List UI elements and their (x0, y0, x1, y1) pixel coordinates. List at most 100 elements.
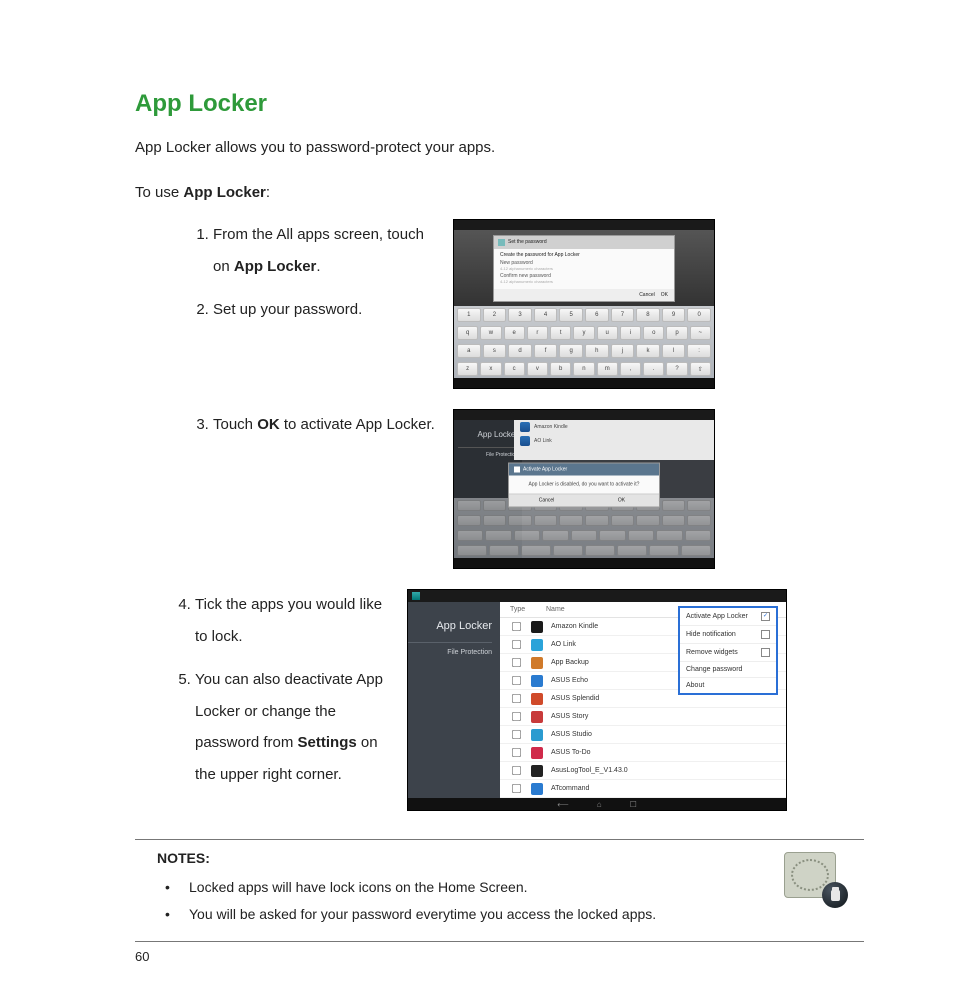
step-1: From the All apps screen, touch on App L… (213, 219, 435, 282)
app-checkbox[interactable] (512, 622, 521, 631)
home-icon[interactable] (412, 592, 420, 600)
menu-activate-app-locker[interactable]: Activate App Locker ✓ (680, 608, 776, 626)
cancel-button[interactable]: Cancel (639, 292, 655, 298)
page-number: 60 (135, 949, 149, 964)
keyboard-key[interactable]: k (636, 344, 660, 358)
app-icon (531, 729, 543, 741)
notes-box: NOTES: Locked apps will have lock icons … (135, 839, 864, 942)
ok-button[interactable]: OK (584, 495, 659, 507)
dlg-subtitle: Create the password for App Locker (500, 252, 668, 258)
keyboard-key[interactable]: g (559, 344, 583, 358)
app-name: AO Link (551, 641, 576, 648)
keyboard-key[interactable]: x (480, 362, 501, 376)
on-screen-keyboard[interactable]: 1234567890 qwertyuiop~ asdfghjkl: zxcvbn… (454, 306, 714, 378)
menu-label: About (686, 682, 704, 689)
app-checkbox[interactable] (512, 766, 521, 775)
keyboard-key[interactable]: p (666, 326, 687, 340)
keyboard-key[interactable]: o (643, 326, 664, 340)
keyboard-key[interactable]: c (504, 362, 525, 376)
app-icon (531, 765, 543, 777)
dlg-title: Activate App Locker (523, 467, 567, 473)
step5-bold: Settings (298, 734, 357, 751)
keyboard-key[interactable]: . (643, 362, 664, 376)
keyboard-key[interactable]: : (687, 344, 711, 358)
keyboard-key[interactable]: 7 (611, 308, 635, 322)
app-checkbox[interactable] (512, 748, 521, 757)
col-type: Type (510, 606, 534, 613)
home-nav-icon[interactable]: ⌂ (597, 800, 602, 809)
keyboard-key[interactable]: j (611, 344, 635, 358)
back-icon[interactable]: ⟵ (557, 800, 568, 809)
keyboard-key[interactable]: 5 (559, 308, 583, 322)
app-icon (520, 436, 530, 446)
keyboard-key[interactable]: 6 (585, 308, 609, 322)
keyboard-key[interactable]: 3 (508, 308, 532, 322)
keyboard-key[interactable]: y (573, 326, 594, 340)
ok-button[interactable]: OK (661, 292, 668, 298)
app-icon (531, 711, 543, 723)
table-row[interactable]: ASUS To-Do (500, 744, 786, 762)
keyboard-key[interactable]: 9 (662, 308, 686, 322)
menu-about[interactable]: About (680, 678, 776, 693)
keyboard-key[interactable]: n (573, 362, 594, 376)
keyboard-key[interactable]: t (550, 326, 571, 340)
screenshot-activate-dialog: App Locker File Protection Amazon Kindle… (453, 409, 715, 569)
sidebar-item-file-protection[interactable]: File Protection (408, 642, 492, 656)
app-checkbox[interactable] (512, 730, 521, 739)
table-row[interactable]: ATcommand (500, 780, 786, 798)
keyboard-key[interactable]: 8 (636, 308, 660, 322)
keyboard-key[interactable]: ⇧ (690, 362, 711, 376)
keyboard-key[interactable]: ? (666, 362, 687, 376)
app-icon (531, 657, 543, 669)
keyboard-key[interactable]: f (534, 344, 558, 358)
keyboard-key[interactable]: , (620, 362, 641, 376)
lead-pre: To use (135, 184, 183, 201)
app-checkbox[interactable] (512, 784, 521, 793)
step3-bold: OK (257, 416, 280, 433)
keyboard-key[interactable]: ~ (690, 326, 711, 340)
app-checkbox[interactable] (512, 694, 521, 703)
menu-label: Hide notification (686, 631, 736, 638)
app-checkbox[interactable] (512, 712, 521, 721)
keyboard-key[interactable]: v (527, 362, 548, 376)
recent-icon[interactable]: ☐ (630, 800, 637, 809)
keyboard-key[interactable]: q (457, 326, 478, 340)
app-checkbox[interactable] (512, 640, 521, 649)
app-checkbox[interactable] (512, 676, 521, 685)
keyboard-key[interactable]: 4 (534, 308, 558, 322)
keyboard-key[interactable]: l (662, 344, 686, 358)
menu-change-password[interactable]: Change password (680, 662, 776, 678)
cancel-button[interactable]: Cancel (509, 495, 584, 507)
table-row[interactable]: AsusLogTool_E_V1.43.0 (500, 762, 786, 780)
keyboard-key[interactable]: e (504, 326, 525, 340)
keyboard-key[interactable]: h (585, 344, 609, 358)
app-icon (531, 747, 543, 759)
keyboard-key[interactable]: w (480, 326, 501, 340)
keyboard-key[interactable]: r (527, 326, 548, 340)
table-row[interactable]: ASUS Story (500, 708, 786, 726)
keyboard-key[interactable]: u (597, 326, 618, 340)
keyboard-key[interactable]: 0 (687, 308, 711, 322)
keyboard-key[interactable]: s (483, 344, 507, 358)
keyboard-key[interactable]: a (457, 344, 481, 358)
app-checkbox[interactable] (512, 658, 521, 667)
keyboard-key[interactable]: m (597, 362, 618, 376)
dlg-body: App Locker is disabled, do you want to a… (509, 476, 659, 494)
screenshot-app-list: App Locker File Protection Type Name Ama… (407, 589, 787, 811)
keyboard-key[interactable]: b (550, 362, 571, 376)
step-3: Touch OK to activate App Locker. (213, 409, 435, 441)
keyboard-key[interactable]: 1 (457, 308, 481, 322)
menu-remove-widgets[interactable]: Remove widgets (680, 644, 776, 662)
keyboard-key[interactable]: i (620, 326, 641, 340)
keyboard-key[interactable]: 2 (483, 308, 507, 322)
sidebar-title: App Locker (458, 430, 518, 439)
checkbox-icon[interactable]: ✓ (761, 612, 770, 621)
menu-label: Activate App Locker (686, 613, 748, 620)
keyboard-key[interactable]: z (457, 362, 478, 376)
table-row[interactable]: ASUS Studio (500, 726, 786, 744)
app-name: App Backup (551, 659, 589, 666)
checkbox-icon[interactable] (761, 648, 770, 657)
checkbox-icon[interactable] (761, 630, 770, 639)
menu-hide-notification[interactable]: Hide notification (680, 626, 776, 644)
keyboard-key[interactable]: d (508, 344, 532, 358)
